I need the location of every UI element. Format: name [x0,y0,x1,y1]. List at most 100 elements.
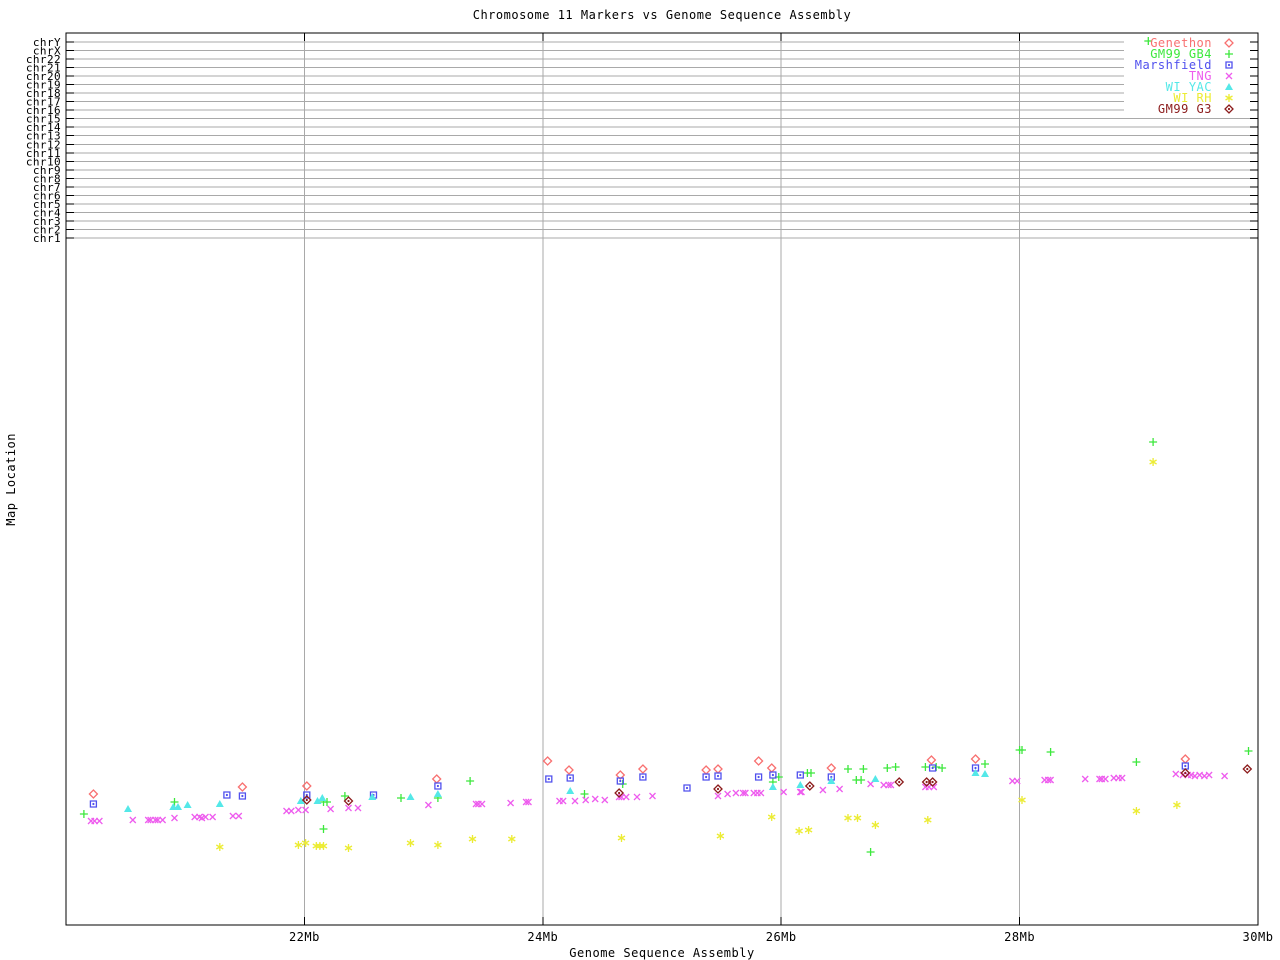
point-gm99-gb4 [340,792,349,800]
glyph-center-dot [92,802,95,806]
x-glyph [559,797,567,805]
point-wi-rh [767,813,776,821]
x-glyph [601,796,609,804]
asterisk-glyph [871,821,880,829]
point-tng [1172,770,1180,778]
point-gm99-g3 [1242,764,1253,774]
point-gm99-gb4 [891,763,900,771]
point-genethon [766,763,777,773]
point-tng [732,789,740,797]
asterisk-glyph [716,832,725,840]
triangle-filled-glyph [768,783,777,790]
x-glyph [1221,772,1229,780]
glyph-center-dot [799,773,802,777]
triangle-filled-glyph [318,794,327,801]
x-glyph [424,801,432,809]
point-genethon [970,754,981,764]
point-wi-rh [344,844,353,852]
point-genethon [542,756,553,766]
glyph-center-dot [1184,764,1187,768]
triangle-filled-glyph [433,790,442,797]
x-tick-label: 26Mb [766,930,797,944]
point-tng [354,804,362,812]
x-axis-label: Genome Sequence Assembly [569,946,755,960]
point-genethon [701,765,712,775]
x-glyph [649,792,656,800]
point-wi-rh [923,816,932,824]
scatter-plot-canvas: chrYchrXchr22chr21chr20chr19chr18chr17ch… [26,32,1274,944]
point-marshfield [545,775,553,783]
x-glyph [171,814,178,822]
x-glyph [1118,774,1126,782]
glyph-center-dot [685,786,689,790]
point-wi-rh [795,827,803,835]
point-tng [327,805,335,813]
asterisk-glyph [617,834,626,842]
point-wi-yac [796,781,805,788]
x-glyph [478,800,486,808]
plus-glyph [883,764,892,772]
plus-glyph [807,769,815,777]
asterisk-glyph [795,827,803,835]
point-wi-rh [301,839,310,847]
x-glyph [732,789,740,797]
point-genethon [826,763,837,773]
point-tng [582,796,590,804]
asterisk-glyph [844,814,852,822]
point-gm99-gb4 [857,776,866,784]
glyph-center-dot [705,775,708,779]
diamond-open-glyph [826,763,837,773]
point-wi-rh [1132,807,1141,815]
point-marshfield [639,773,647,781]
plus-glyph [844,765,852,773]
point-tng [209,813,217,821]
x-glyph [836,785,844,793]
point-genethon [237,782,248,792]
point-marshfield [796,771,804,779]
point-genethon [713,764,723,774]
glyph-center-dot [757,775,760,779]
point-gm99-gb4 [807,769,815,777]
asterisk-glyph [406,839,415,847]
diamond-open-glyph [564,765,574,775]
plus-glyph [319,825,328,833]
glyph-center-dot [347,799,350,803]
legend-label: GM99 G3 [1158,102,1212,116]
point-wi-rh [716,832,725,840]
gridlines [66,33,1258,925]
glyph-center-dot [547,777,550,781]
plus-glyph [891,763,900,771]
glyph-center-dot [771,773,774,777]
point-marshfield [238,792,247,800]
point-gm99-gb4 [883,764,892,772]
point-tng [507,799,515,807]
plus-glyph [866,848,875,856]
x-tick-labels: 22Mb 24Mb 26Mb 28Mb 30Mb [289,930,1274,944]
diamond-open-glyph [713,764,723,774]
glyph-center-dot [618,791,621,795]
point-tng [571,797,579,805]
point-gm99-gb4 [859,765,868,773]
point-wi-rh [617,834,626,842]
point-genethon [926,755,937,765]
point-wi-yac [215,800,224,807]
point-tng [601,796,609,804]
glyph-center-dot [641,775,644,779]
plus-glyph [397,794,405,802]
diamond-open-glyph [88,789,99,799]
point-wi-rh [294,841,303,849]
point-tng [478,800,486,808]
asterisk-glyph [1173,801,1181,809]
plus-glyph [1244,747,1253,755]
point-tng [559,797,567,805]
glyph-center-dot [974,766,977,770]
x-glyph [622,793,630,801]
point-wi-rh [434,841,442,849]
point-genethon [1180,754,1191,764]
point-tng [229,812,237,820]
glyph-center-dot [619,779,622,783]
x-tick-label: 30Mb [1243,930,1274,944]
point-wi-yac [566,787,575,794]
point-gm99-g3 [713,784,723,794]
x-glyph [1081,775,1089,783]
